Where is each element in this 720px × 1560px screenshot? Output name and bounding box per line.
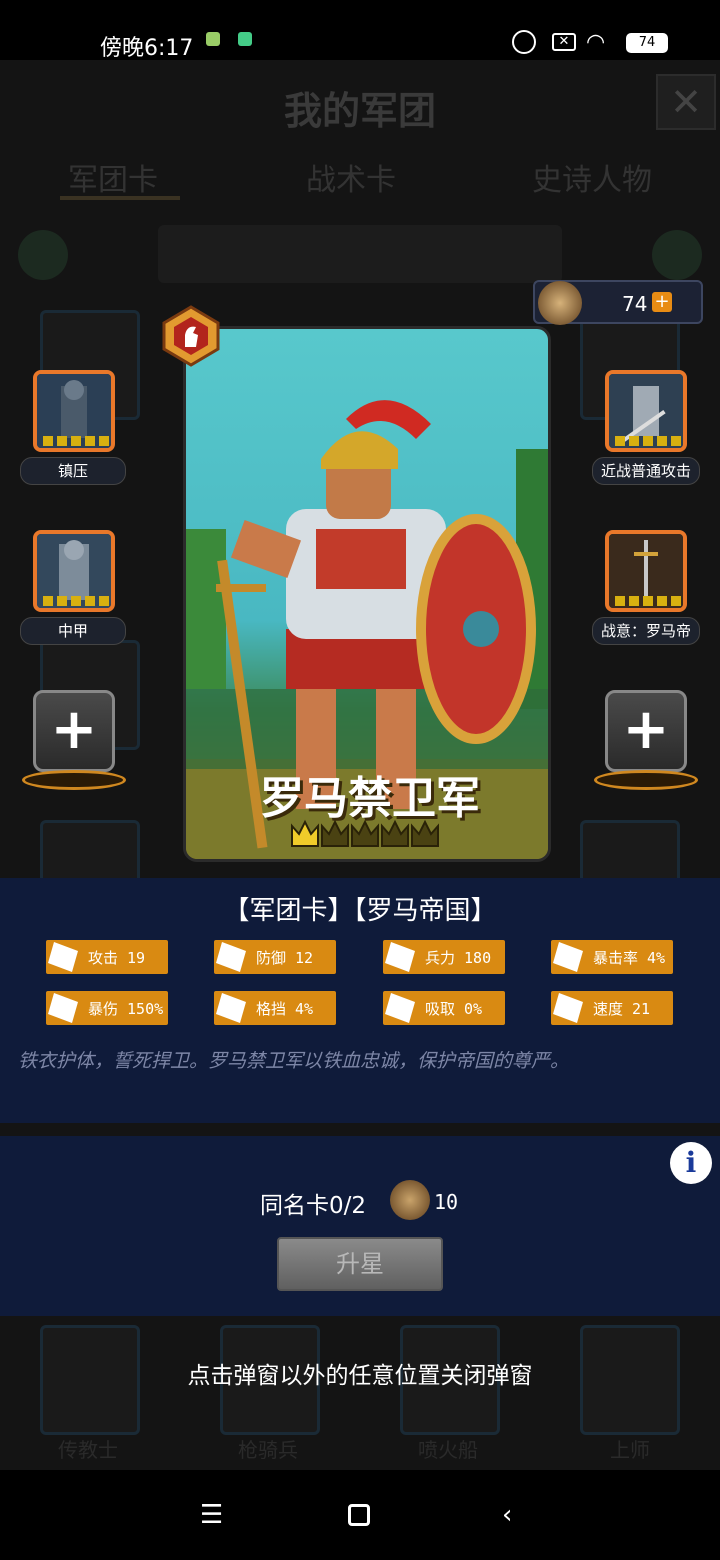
battery-icon: 74: [626, 33, 668, 53]
rank-badge-icon: [158, 305, 224, 367]
skill-slot-label: 中甲: [20, 617, 126, 645]
tab-tactic-card[interactable]: 战术卡: [306, 155, 396, 199]
crown-star-icon: [381, 819, 409, 847]
back-nav-icon[interactable]: ‹: [502, 1500, 512, 1530]
close-icon[interactable]: ✕: [656, 74, 716, 130]
menu-icon[interactable]: [18, 230, 68, 280]
crown-star-icon: [351, 819, 379, 847]
crown-star-icon: [411, 819, 439, 847]
wifi-icon: ◠: [586, 30, 606, 55]
boot-icon: [553, 993, 583, 1023]
alarm-icon: [512, 30, 536, 54]
stat-item: 攻击 19: [46, 940, 168, 974]
stat-item: 兵力 180: [383, 940, 505, 974]
stat-label: 兵力 180: [425, 949, 492, 967]
medal-icon: [390, 1180, 430, 1220]
info-icon[interactable]: i: [670, 1142, 712, 1184]
card-type-line: 【军团卡】【罗马帝国】: [223, 896, 497, 926]
tab-underline: [60, 196, 180, 200]
stat-label: 攻击 19: [88, 949, 146, 967]
stat-label: 防御 12: [256, 949, 314, 967]
slot-stars: [43, 436, 111, 446]
upgrade-cost: 10: [434, 1190, 459, 1214]
burst-icon: [48, 993, 78, 1023]
sword-icon: [48, 942, 78, 972]
page-title: 我的军团: [283, 89, 436, 133]
skill-slot-war-spirit[interactable]: [605, 530, 687, 612]
medal-icon: [538, 281, 582, 325]
tab-legion-card[interactable]: 军团卡: [68, 155, 158, 199]
crosshair-icon: [553, 942, 583, 972]
card-description: 铁衣护体，誓死捍卫。罗马禁卫军以铁血忠诚，保护帝国的尊严。: [18, 1050, 570, 1072]
no-sim-icon: ✕: [552, 33, 576, 51]
stat-item: 暴击率 4%: [551, 940, 673, 974]
button-pedestal: [594, 770, 698, 790]
menu-nav-icon[interactable]: ☰: [200, 1500, 223, 1530]
star-rating: [291, 819, 439, 847]
slot-stars: [43, 596, 111, 606]
slot-stars: [615, 436, 683, 446]
notification-icon: [206, 32, 220, 46]
skill-slot-suppress[interactable]: [33, 370, 115, 452]
background-card-label: 枪骑兵: [238, 1438, 298, 1462]
stat-label: 速度 21: [593, 1000, 651, 1018]
shield-icon: [216, 942, 246, 972]
slot-stars: [615, 596, 683, 606]
close-hint: 点击弹窗以外的任意位置关闭弹窗: [187, 1363, 533, 1389]
duplicate-count: 同名卡0/2: [260, 1193, 367, 1219]
heart-icon: [385, 942, 415, 972]
drain-icon: [385, 993, 415, 1023]
skill-slot-label: 镇压: [20, 457, 126, 485]
background-card-label: 传教士: [58, 1438, 118, 1462]
stat-label: 格挡 4%: [256, 1000, 314, 1018]
background-card-label: 上师: [610, 1438, 650, 1462]
background-card-label: 喷火船: [418, 1438, 478, 1462]
notification-icon: [238, 32, 252, 46]
crown-star-icon: [291, 819, 319, 847]
add-skill-button[interactable]: +: [33, 690, 115, 772]
stat-label: 吸取 0%: [425, 1000, 483, 1018]
currency-value: 74: [622, 292, 648, 316]
star-up-button[interactable]: 升星: [277, 1237, 443, 1291]
tab-epic-character[interactable]: 史诗人物: [532, 155, 652, 199]
stat-item: 吸取 0%: [383, 991, 505, 1025]
block-icon: [216, 993, 246, 1023]
stat-item: 防御 12: [214, 940, 336, 974]
skill-slot-label: 战意：罗马帝: [592, 617, 700, 645]
home-nav-icon[interactable]: [348, 1504, 370, 1526]
skill-slot-medium-armor[interactable]: [33, 530, 115, 612]
stat-label: 暴伤 150%: [88, 1000, 164, 1018]
button-pedestal: [22, 770, 126, 790]
stat-item: 速度 21: [551, 991, 673, 1025]
search-input[interactable]: [158, 225, 562, 283]
filter-icon[interactable]: [652, 230, 702, 280]
status-time: 傍晚6:17: [100, 36, 194, 61]
add-currency-button[interactable]: +: [652, 292, 672, 312]
crown-star-icon: [321, 819, 349, 847]
stat-item: 格挡 4%: [214, 991, 336, 1025]
skill-slot-melee-attack[interactable]: [605, 370, 687, 452]
stat-item: 暴伤 150%: [46, 991, 168, 1025]
stat-label: 暴击率 4%: [593, 949, 666, 967]
add-skill-button[interactable]: +: [605, 690, 687, 772]
skill-slot-label: 近战普通攻击: [592, 457, 700, 485]
